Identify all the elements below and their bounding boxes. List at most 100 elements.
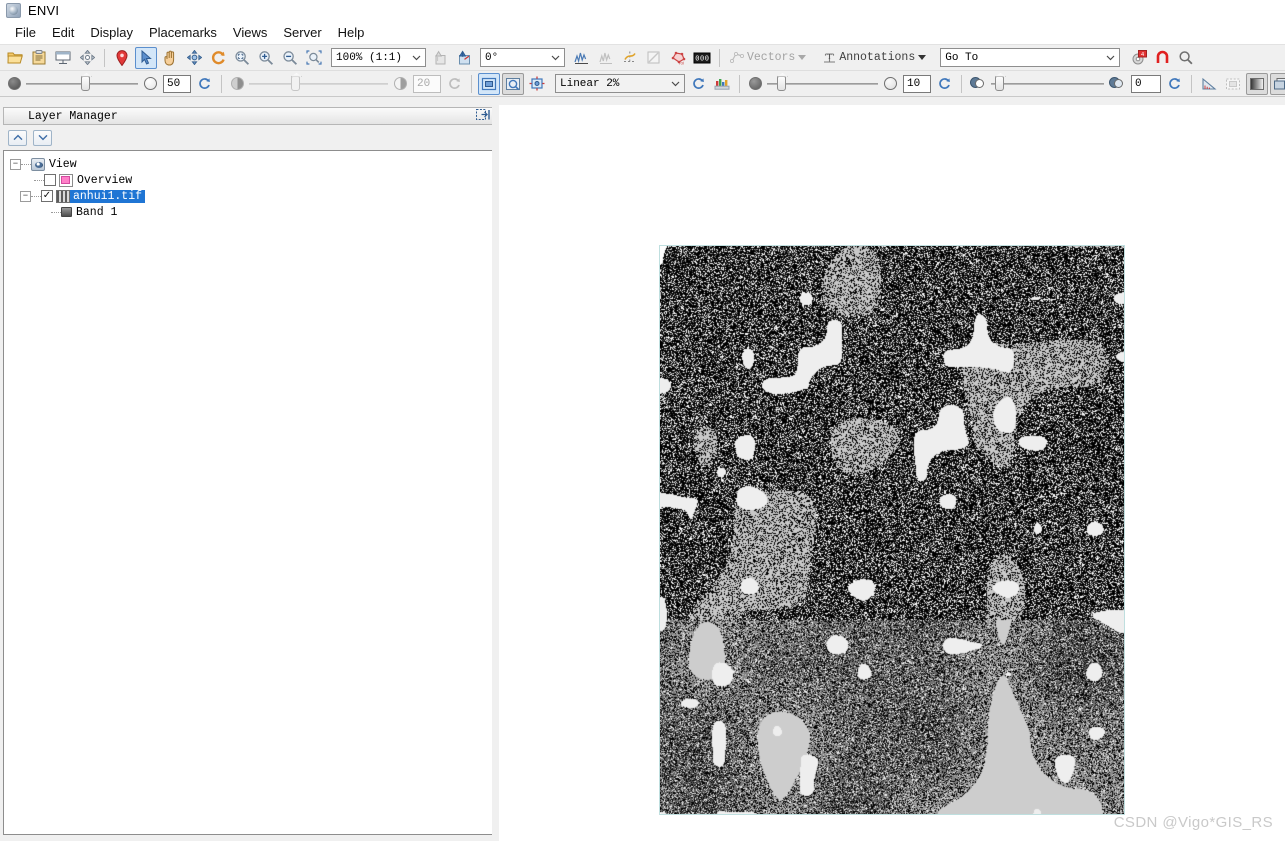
chevron-down-icon[interactable]: [547, 49, 564, 66]
tree-item-band-1[interactable]: Band 1: [4, 204, 492, 220]
display-window-icon[interactable]: [52, 47, 74, 69]
zoom-to-extent-icon[interactable]: [231, 47, 253, 69]
transparency-light-icon[interactable]: [144, 77, 157, 90]
move-layer-up-button[interactable]: [8, 129, 27, 146]
reset-stretch-icon[interactable]: [687, 73, 709, 95]
sharpen-value[interactable]: 10: [903, 74, 931, 93]
contrast-dark-icon[interactable]: [970, 77, 987, 90]
band-icon: [61, 207, 72, 217]
spectral-profile-icon[interactable]: [571, 47, 593, 69]
sharpen-light-icon[interactable]: [884, 77, 897, 90]
flicker-icon[interactable]: [1270, 72, 1285, 95]
chevron-down-icon[interactable]: [408, 49, 425, 66]
menu-server[interactable]: Server: [275, 23, 329, 42]
tree-item-view[interactable]: − View: [4, 156, 492, 172]
reset-brightness-icon[interactable]: [443, 73, 465, 95]
transparency-value[interactable]: 50: [163, 74, 191, 93]
brightness-light-icon[interactable]: [394, 77, 407, 90]
layer-manager-title: Layer Manager: [28, 109, 118, 123]
anomaly-icon[interactable]: [1151, 47, 1173, 69]
preferences-badge-icon[interactable]: 4: [1127, 47, 1149, 69]
raster-image-anhui1[interactable]: [660, 246, 1124, 814]
svg-text:roi: roi: [679, 61, 684, 65]
toolbar-separator: [104, 48, 105, 67]
chevron-down-icon[interactable]: [667, 75, 684, 92]
tree-connector: [34, 179, 44, 181]
zoom-box-icon[interactable]: [303, 47, 325, 69]
crosshair-pan-icon[interactable]: [76, 47, 98, 69]
menu-views[interactable]: Views: [225, 23, 275, 42]
annotations-button[interactable]: T Annotations: [818, 47, 930, 69]
measure-tool-icon[interactable]: [1198, 73, 1220, 95]
panel-splitter[interactable]: [492, 105, 498, 841]
move-layer-down-button[interactable]: [33, 129, 52, 146]
chevron-down-icon[interactable]: [918, 55, 927, 60]
contrast-value[interactable]: 0: [1131, 74, 1161, 93]
transparency-dark-icon[interactable]: [8, 77, 21, 90]
go-to-combo[interactable]: Go To: [940, 48, 1121, 67]
collapse-toggle-icon[interactable]: −: [10, 158, 21, 170]
brightness-slider[interactable]: [249, 76, 388, 91]
tree-item-label: View: [49, 157, 77, 171]
sharpen-slider[interactable]: [767, 76, 878, 91]
zoom-level-combo[interactable]: 100% (1:1): [331, 48, 426, 67]
search-icon[interactable]: [1175, 47, 1197, 69]
collapse-toggle-icon[interactable]: −: [20, 190, 31, 202]
menu-edit[interactable]: Edit: [44, 23, 82, 42]
roi-tool-icon[interactable]: roi: [667, 47, 689, 69]
previous-view-icon[interactable]: [428, 47, 450, 69]
pixel-value-icon[interactable]: 000: [691, 47, 713, 69]
stretch-type-combo[interactable]: Linear 2%: [555, 74, 685, 93]
select-arrow-icon[interactable]: [135, 46, 157, 69]
main-toolbar: 100% (1:1) 0° roi 0 0 0 Vectors T Annota…: [0, 45, 1285, 71]
open-file-icon[interactable]: [4, 47, 26, 69]
dock-panel-icon[interactable]: [476, 109, 490, 123]
paste-from-clipboard-icon[interactable]: [28, 47, 50, 69]
stretch-toolbar: 50 20 Linear 2% 10 0: [0, 71, 1285, 97]
rotate-icon[interactable]: [207, 47, 229, 69]
raster-icon: [56, 189, 70, 203]
tree-item-anhui1-tif[interactable]: − ✓ anhui1.tif: [4, 188, 492, 204]
scatter-plot-icon[interactable]: [643, 47, 665, 69]
vectors-button[interactable]: Vectors: [726, 47, 810, 69]
stretch-on-layer-icon[interactable]: [502, 72, 524, 95]
portal-icon[interactable]: [526, 73, 548, 95]
blend-icon[interactable]: [1246, 72, 1268, 95]
menu-display[interactable]: Display: [82, 23, 141, 42]
zoom-out-icon[interactable]: [279, 47, 301, 69]
reset-transparency-icon[interactable]: [193, 73, 215, 95]
contrast-light-icon[interactable]: [1109, 77, 1126, 90]
toolbar-separator: [719, 48, 720, 67]
raster-display-frame[interactable]: [659, 245, 1125, 815]
brightness-dark-icon[interactable]: [231, 77, 244, 90]
contrast-slider[interactable]: [991, 76, 1104, 91]
overview-visibility-checkbox[interactable]: [44, 174, 56, 186]
placemark-pin-icon[interactable]: [111, 47, 133, 69]
histogram-icon[interactable]: [711, 73, 733, 95]
rotation-combo[interactable]: 0°: [480, 48, 565, 67]
tree-item-overview[interactable]: Overview: [4, 172, 492, 188]
multi-profile-icon[interactable]: [595, 47, 617, 69]
horizontal-profile-icon[interactable]: [619, 47, 641, 69]
stretch-on-view-icon[interactable]: [478, 72, 500, 95]
menu-help[interactable]: Help: [330, 23, 373, 42]
menu-placemarks[interactable]: Placemarks: [141, 23, 225, 42]
reset-contrast-icon[interactable]: [1163, 73, 1185, 95]
sharpen-dark-icon[interactable]: [749, 77, 762, 90]
transparency-slider[interactable]: [26, 76, 138, 91]
rotation-value: 0°: [485, 51, 499, 64]
menu-file[interactable]: File: [7, 23, 44, 42]
next-view-icon[interactable]: [452, 47, 474, 69]
brightness-value[interactable]: 20: [413, 74, 441, 93]
raster-visibility-checkbox[interactable]: ✓: [41, 190, 53, 202]
zoom-in-icon[interactable]: [255, 47, 277, 69]
chevron-down-icon[interactable]: [798, 55, 807, 60]
fly-navigate-icon[interactable]: [183, 47, 205, 69]
pan-hand-icon[interactable]: [159, 47, 181, 69]
chevron-down-icon[interactable]: [1102, 49, 1119, 66]
image-view-area[interactable]: CSDN @Vigo*GIS_RS: [499, 105, 1285, 841]
svg-text:0: 0: [700, 55, 704, 63]
reset-sharpen-icon[interactable]: [933, 73, 955, 95]
layer-tree[interactable]: − View Overview − ✓ anhui1.tif Band 1: [3, 150, 493, 835]
crop-icon[interactable]: [1222, 73, 1244, 95]
